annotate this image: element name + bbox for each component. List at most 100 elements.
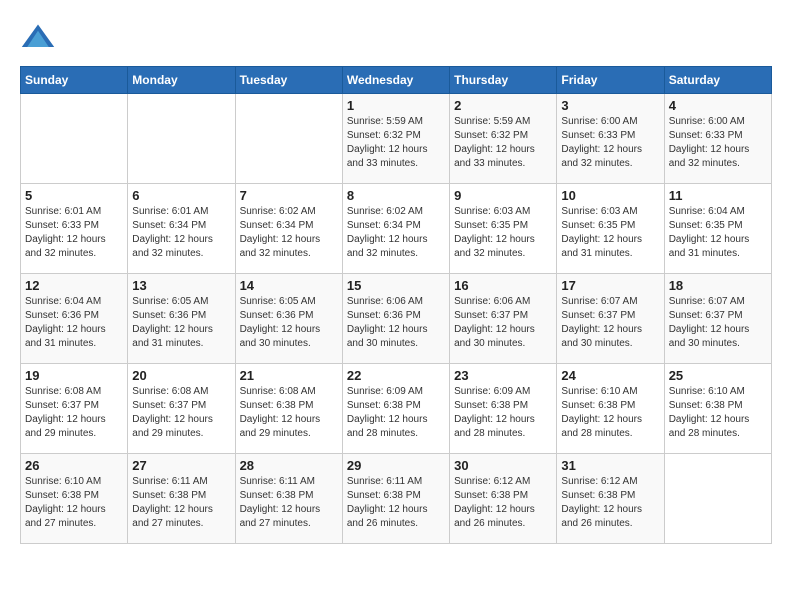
calendar-cell: 18 Sunrise: 6:07 AMSunset: 6:37 PMDayligh… <box>664 274 771 364</box>
day-info: Sunrise: 6:06 AMSunset: 6:37 PMDaylight:… <box>454 295 552 351</box>
calendar-cell: 30 Sunrise: 6:12 AMSunset: 6:38 PMDayligh… <box>450 454 557 544</box>
calendar-cell: 5Sunrise: 6:01 AMSunset: 6:33 PMDaylight… <box>21 184 128 274</box>
day-number: 31 <box>561 458 659 473</box>
calendar-cell: 7Sunrise: 6:02 AMSunset: 6:34 PMDaylight… <box>235 184 342 274</box>
day-info: Sunrise: 6:11 AMSunset: 6:38 PMDaylight:… <box>240 475 338 531</box>
calendar-week-row: 19 Sunrise: 6:08 AMSunset: 6:37 PMDayligh… <box>21 364 772 454</box>
day-info: Sunrise: 5:59 AMSunset: 6:32 PMDaylight:… <box>454 115 552 171</box>
calendar-cell: 19 Sunrise: 6:08 AMSunset: 6:37 PMDayligh… <box>21 364 128 454</box>
day-info: Sunrise: 6:03 AMSunset: 6:35 PMDaylight:… <box>561 205 659 261</box>
day-number: 10 <box>561 188 659 203</box>
day-number: 1 <box>347 98 445 113</box>
calendar-cell: 9 Sunrise: 6:03 AMSunset: 6:35 PMDaylight… <box>450 184 557 274</box>
day-info: Sunrise: 6:09 AMSunset: 6:38 PMDaylight:… <box>347 385 445 441</box>
day-number: 9 <box>454 188 552 203</box>
calendar-cell: 28 Sunrise: 6:11 AMSunset: 6:38 PMDayligh… <box>235 454 342 544</box>
day-info: Sunrise: 6:02 AMSunset: 6:34 PMDaylight:… <box>347 205 445 261</box>
calendar-cell <box>21 94 128 184</box>
calendar-cell <box>235 94 342 184</box>
day-number: 6 <box>132 188 230 203</box>
day-info: Sunrise: 6:04 AMSunset: 6:35 PMDaylight:… <box>669 205 767 261</box>
day-number: 29 <box>347 458 445 473</box>
calendar-cell <box>664 454 771 544</box>
calendar-cell: 27 Sunrise: 6:11 AMSunset: 6:38 PMDayligh… <box>128 454 235 544</box>
calendar-cell: 2 Sunrise: 5:59 AMSunset: 6:32 PMDaylight… <box>450 94 557 184</box>
calendar-cell: 8 Sunrise: 6:02 AMSunset: 6:34 PMDaylight… <box>342 184 449 274</box>
day-number: 14 <box>240 278 338 293</box>
page-header <box>20 20 772 56</box>
calendar-cell: 13Sunrise: 6:05 AMSunset: 6:36 PMDayligh… <box>128 274 235 364</box>
calendar-week-row: 26 Sunrise: 6:10 AMSunset: 6:38 PMDayligh… <box>21 454 772 544</box>
day-info: Sunrise: 5:59 AMSunset: 6:32 PMDaylight:… <box>347 115 445 171</box>
day-number: 2 <box>454 98 552 113</box>
day-info: Sunrise: 6:05 AMSunset: 6:36 PMDaylight:… <box>132 295 230 351</box>
day-info: Sunrise: 6:09 AMSunset: 6:38 PMDaylight:… <box>454 385 552 441</box>
day-number: 26 <box>25 458 123 473</box>
day-info: Sunrise: 6:08 AMSunset: 6:38 PMDaylight:… <box>240 385 338 441</box>
calendar-cell: 3 Sunrise: 6:00 AMSunset: 6:33 PMDaylight… <box>557 94 664 184</box>
day-number: 25 <box>669 368 767 383</box>
calendar-cell: 10 Sunrise: 6:03 AMSunset: 6:35 PMDayligh… <box>557 184 664 274</box>
day-number: 17 <box>561 278 659 293</box>
day-number: 8 <box>347 188 445 203</box>
day-number: 28 <box>240 458 338 473</box>
weekday-header-row: SundayMondayTuesdayWednesdayThursdayFrid… <box>21 67 772 94</box>
day-number: 27 <box>132 458 230 473</box>
day-info: Sunrise: 6:12 AMSunset: 6:38 PMDaylight:… <box>561 475 659 531</box>
day-info: Sunrise: 6:05 AMSunset: 6:36 PMDaylight:… <box>240 295 338 351</box>
day-info: Sunrise: 6:12 AMSunset: 6:38 PMDaylight:… <box>454 475 552 531</box>
day-info: Sunrise: 6:10 AMSunset: 6:38 PMDaylight:… <box>25 475 123 531</box>
calendar-cell: 31 Sunrise: 6:12 AMSunset: 6:38 PMDayligh… <box>557 454 664 544</box>
day-info: Sunrise: 6:03 AMSunset: 6:35 PMDaylight:… <box>454 205 552 261</box>
day-number: 18 <box>669 278 767 293</box>
day-number: 23 <box>454 368 552 383</box>
logo <box>20 20 62 56</box>
calendar-cell: 17 Sunrise: 6:07 AMSunset: 6:37 PMDayligh… <box>557 274 664 364</box>
day-number: 30 <box>454 458 552 473</box>
logo-icon <box>20 20 56 56</box>
day-info: Sunrise: 6:07 AMSunset: 6:37 PMDaylight:… <box>669 295 767 351</box>
day-info: Sunrise: 6:06 AMSunset: 6:36 PMDaylight:… <box>347 295 445 351</box>
day-info: Sunrise: 6:08 AMSunset: 6:37 PMDaylight:… <box>132 385 230 441</box>
day-info: Sunrise: 6:10 AMSunset: 6:38 PMDaylight:… <box>669 385 767 441</box>
day-number: 7 <box>240 188 338 203</box>
weekday-header: Friday <box>557 67 664 94</box>
day-number: 12 <box>25 278 123 293</box>
day-info: Sunrise: 6:04 AMSunset: 6:36 PMDaylight:… <box>25 295 123 351</box>
calendar-cell: 22 Sunrise: 6:09 AMSunset: 6:38 PMDayligh… <box>342 364 449 454</box>
weekday-header: Monday <box>128 67 235 94</box>
day-info: Sunrise: 6:10 AMSunset: 6:38 PMDaylight:… <box>561 385 659 441</box>
weekday-header: Sunday <box>21 67 128 94</box>
day-info: Sunrise: 6:07 AMSunset: 6:37 PMDaylight:… <box>561 295 659 351</box>
calendar-cell: 6 Sunrise: 6:01 AMSunset: 6:34 PMDaylight… <box>128 184 235 274</box>
day-info: Sunrise: 6:08 AMSunset: 6:37 PMDaylight:… <box>25 385 123 441</box>
day-info: Sunrise: 6:11 AMSunset: 6:38 PMDaylight:… <box>132 475 230 531</box>
day-number: 20 <box>132 368 230 383</box>
calendar-cell: 24Sunrise: 6:10 AMSunset: 6:38 PMDayligh… <box>557 364 664 454</box>
day-info: Sunrise: 6:00 AMSunset: 6:33 PMDaylight:… <box>561 115 659 171</box>
calendar-cell: 12 Sunrise: 6:04 AMSunset: 6:36 PMDayligh… <box>21 274 128 364</box>
day-number: 16 <box>454 278 552 293</box>
day-number: 15 <box>347 278 445 293</box>
calendar-cell: 15 Sunrise: 6:06 AMSunset: 6:36 PMDayligh… <box>342 274 449 364</box>
calendar-cell: 29 Sunrise: 6:11 AMSunset: 6:38 PMDayligh… <box>342 454 449 544</box>
weekday-header: Tuesday <box>235 67 342 94</box>
day-info: Sunrise: 6:00 AMSunset: 6:33 PMDaylight:… <box>669 115 767 171</box>
day-number: 5 <box>25 188 123 203</box>
day-number: 11 <box>669 188 767 203</box>
day-number: 21 <box>240 368 338 383</box>
day-info: Sunrise: 6:11 AMSunset: 6:38 PMDaylight:… <box>347 475 445 531</box>
day-info: Sunrise: 6:01 AMSunset: 6:34 PMDaylight:… <box>132 205 230 261</box>
calendar-cell: 14 Sunrise: 6:05 AMSunset: 6:36 PMDayligh… <box>235 274 342 364</box>
calendar-cell <box>128 94 235 184</box>
day-number: 19 <box>25 368 123 383</box>
calendar-cell: 20 Sunrise: 6:08 AMSunset: 6:37 PMDayligh… <box>128 364 235 454</box>
calendar-cell: 11 Sunrise: 6:04 AMSunset: 6:35 PMDayligh… <box>664 184 771 274</box>
calendar-cell: 26 Sunrise: 6:10 AMSunset: 6:38 PMDayligh… <box>21 454 128 544</box>
calendar-week-row: 5Sunrise: 6:01 AMSunset: 6:33 PMDaylight… <box>21 184 772 274</box>
calendar-cell: 16 Sunrise: 6:06 AMSunset: 6:37 PMDayligh… <box>450 274 557 364</box>
weekday-header: Saturday <box>664 67 771 94</box>
day-number: 3 <box>561 98 659 113</box>
day-number: 22 <box>347 368 445 383</box>
calendar-cell: 23 Sunrise: 6:09 AMSunset: 6:38 PMDayligh… <box>450 364 557 454</box>
